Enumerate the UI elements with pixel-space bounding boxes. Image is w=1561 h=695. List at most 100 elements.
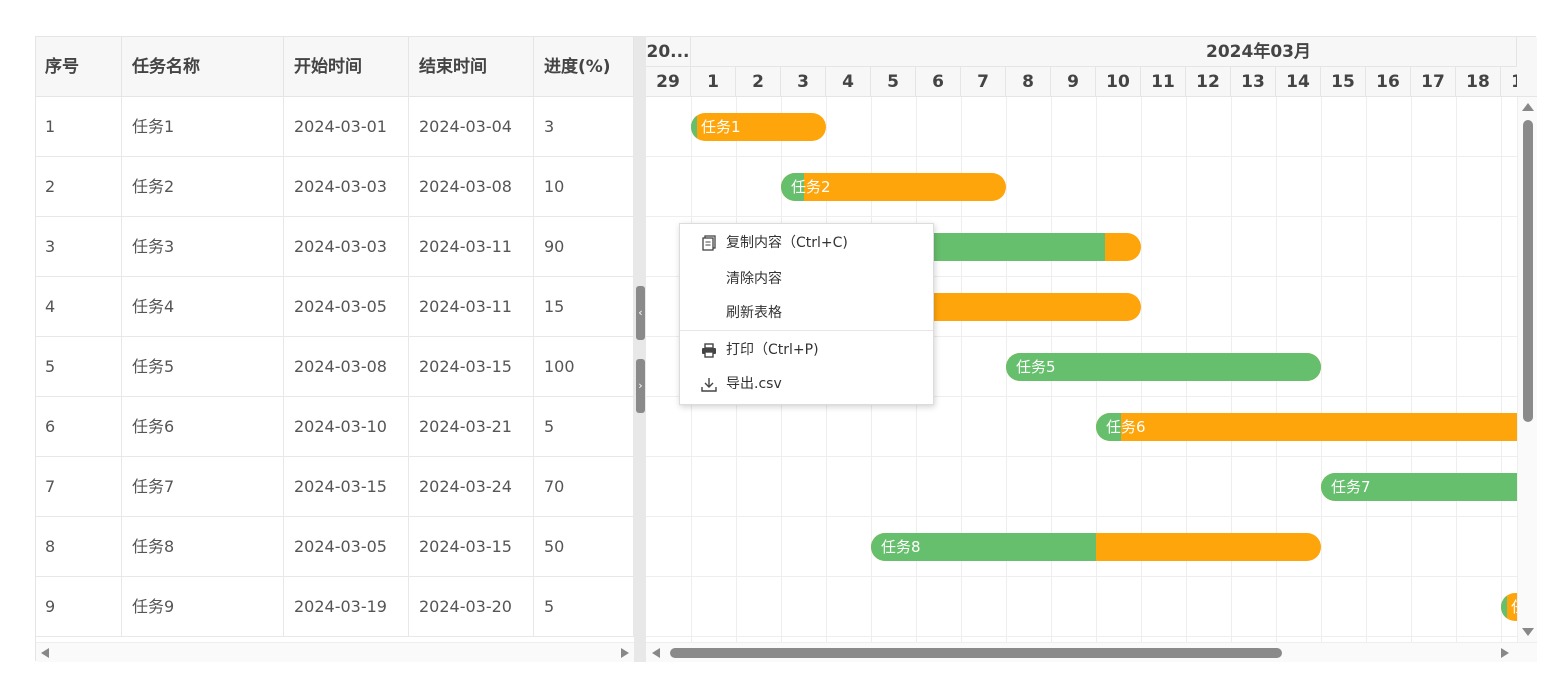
cell-start[interactable]: 2024-03-15 [284, 457, 409, 517]
task-bar-label: 任务8 [881, 538, 921, 556]
task-bar[interactable]: 任务9 [1501, 593, 1517, 621]
expand-table-button[interactable]: › [636, 359, 645, 413]
context-menu: 复制内容（Ctrl+C) 清除内容 刷新表格 打印（Ctrl+P) 导出.csv [679, 223, 934, 405]
column-header-end[interactable]: 结束时间 [409, 37, 534, 97]
cell-start[interactable]: 2024-03-05 [284, 517, 409, 577]
cell-start[interactable]: 2024-03-03 [284, 217, 409, 277]
column-header-start[interactable]: 开始时间 [284, 37, 409, 97]
copy-icon [700, 226, 718, 260]
cell-id[interactable]: 4 [36, 277, 122, 337]
task-bar[interactable]: 任务6 [1096, 413, 1517, 441]
task-bar[interactable]: 任务1 [691, 113, 826, 141]
scroll-up-arrow-icon[interactable] [1522, 103, 1534, 111]
vertical-scroll-thumb[interactable] [1523, 120, 1533, 422]
cell-id[interactable]: 9 [36, 577, 122, 637]
task-bar[interactable]: 任务2 [781, 173, 1006, 201]
scroll-down-arrow-icon[interactable] [1522, 628, 1534, 636]
cell-id[interactable]: 1 [36, 97, 122, 157]
table-row[interactable]: 1 任务1 2024-03-01 2024-03-04 3 [36, 97, 634, 157]
cell-end[interactable]: 2024-03-04 [409, 97, 534, 157]
cell-start[interactable]: 2024-03-01 [284, 97, 409, 157]
table-row[interactable]: 8 任务8 2024-03-05 2024-03-15 50 [36, 517, 634, 577]
task-bar[interactable]: 任务7 [1321, 473, 1517, 501]
day-label: 3 [781, 67, 826, 97]
table-row[interactable]: 6 任务6 2024-03-10 2024-03-21 5 [36, 397, 634, 457]
cell-start[interactable]: 2024-03-05 [284, 277, 409, 337]
day-label: 12 [1186, 67, 1231, 97]
cell-id[interactable]: 6 [36, 397, 122, 457]
table-horizontal-scrollbar[interactable] [36, 642, 634, 662]
panel-splitter[interactable]: ‹ › [634, 37, 646, 662]
menu-item-refresh[interactable]: 刷新表格 [680, 296, 933, 330]
menu-item-clear[interactable]: 清除内容 [680, 262, 933, 296]
table-row[interactable]: 2 任务2 2024-03-03 2024-03-08 10 [36, 157, 634, 217]
column-header-progress[interactable]: 进度(%) [534, 37, 634, 97]
cell-name[interactable]: 任务4 [122, 277, 284, 337]
task-bar-label: 任务5 [1016, 358, 1056, 376]
table-row[interactable]: 7 任务7 2024-03-15 2024-03-24 70 [36, 457, 634, 517]
cell-end[interactable]: 2024-03-08 [409, 157, 534, 217]
cell-name[interactable]: 任务1 [122, 97, 284, 157]
cell-progress[interactable]: 5 [534, 397, 634, 457]
cell-progress[interactable]: 70 [534, 457, 634, 517]
cell-id[interactable]: 8 [36, 517, 122, 577]
cell-name[interactable]: 任务6 [122, 397, 284, 457]
menu-item-export-csv[interactable]: 导出.csv [680, 367, 933, 401]
cell-name[interactable]: 任务5 [122, 337, 284, 397]
cell-id[interactable]: 5 [36, 337, 122, 397]
cell-start[interactable]: 2024-03-03 [284, 157, 409, 217]
cell-end[interactable]: 2024-03-15 [409, 517, 534, 577]
cell-end[interactable]: 2024-03-20 [409, 577, 534, 637]
cell-progress[interactable]: 50 [534, 517, 634, 577]
gantt-horizontal-scrollbar[interactable] [646, 642, 1517, 662]
cell-end[interactable]: 2024-03-11 [409, 217, 534, 277]
cell-name[interactable]: 任务2 [122, 157, 284, 217]
cell-start[interactable]: 2024-03-10 [284, 397, 409, 457]
gantt-vertical-scrollbar[interactable] [1517, 97, 1537, 642]
horizontal-scroll-thumb[interactable] [670, 648, 1282, 658]
cell-progress[interactable]: 5 [534, 577, 634, 637]
cell-name[interactable]: 任务3 [122, 217, 284, 277]
scroll-left-arrow-icon[interactable] [41, 648, 49, 658]
table-row[interactable]: 3 任务3 2024-03-03 2024-03-11 90 [36, 217, 634, 277]
cell-id[interactable]: 7 [36, 457, 122, 517]
collapse-table-button[interactable]: ‹ [636, 286, 645, 340]
menu-item-copy[interactable]: 复制内容（Ctrl+C) [680, 226, 933, 260]
column-header-name[interactable]: 任务名称 [122, 37, 284, 97]
scroll-right-arrow-icon[interactable] [621, 648, 629, 658]
cell-progress[interactable]: 10 [534, 157, 634, 217]
day-label: 4 [826, 67, 871, 97]
grid-row-line [646, 456, 1517, 457]
gantt-scroll-right-arrow-icon[interactable] [1501, 648, 1509, 658]
day-label: 18 [1456, 67, 1501, 97]
table-row[interactable]: 9 任务9 2024-03-19 2024-03-20 5 [36, 577, 634, 637]
cell-progress[interactable]: 3 [534, 97, 634, 157]
task-bar[interactable]: 任务5 [1006, 353, 1321, 381]
task-bar[interactable]: 任务8 [871, 533, 1321, 561]
day-label: 7 [961, 67, 1006, 97]
cell-end[interactable]: 2024-03-15 [409, 337, 534, 397]
task-table: 序号 任务名称 开始时间 结束时间 进度(%) 1 任务1 2024-03-01 20… [36, 37, 634, 642]
menu-item-print[interactable]: 打印（Ctrl+P) [680, 333, 933, 367]
cell-name[interactable]: 任务8 [122, 517, 284, 577]
cell-start[interactable]: 2024-03-08 [284, 337, 409, 397]
cell-id[interactable]: 3 [36, 217, 122, 277]
grid-column-line [1456, 97, 1457, 642]
cell-end[interactable]: 2024-03-24 [409, 457, 534, 517]
cell-end[interactable]: 2024-03-21 [409, 397, 534, 457]
cell-progress[interactable]: 15 [534, 277, 634, 337]
gantt-scroll-left-arrow-icon[interactable] [652, 648, 660, 658]
grid-row-line [646, 156, 1517, 157]
cell-progress[interactable]: 100 [534, 337, 634, 397]
day-label: 15 [1321, 67, 1366, 97]
cell-start[interactable]: 2024-03-19 [284, 577, 409, 637]
cell-name[interactable]: 任务7 [122, 457, 284, 517]
table-row[interactable]: 5 任务5 2024-03-08 2024-03-15 100 [36, 337, 634, 397]
column-header-id[interactable]: 序号 [36, 37, 122, 97]
cell-id[interactable]: 2 [36, 157, 122, 217]
cell-end[interactable]: 2024-03-11 [409, 277, 534, 337]
task-bar-progress [1501, 593, 1507, 621]
table-row[interactable]: 4 任务4 2024-03-05 2024-03-11 15 [36, 277, 634, 337]
cell-progress[interactable]: 90 [534, 217, 634, 277]
cell-name[interactable]: 任务9 [122, 577, 284, 637]
